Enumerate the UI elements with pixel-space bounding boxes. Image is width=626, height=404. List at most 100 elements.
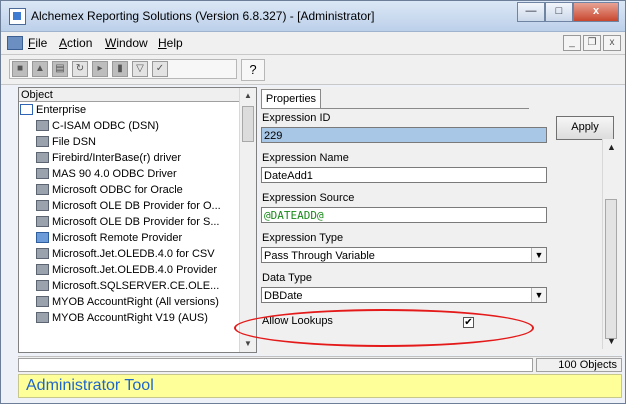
toolbar: ■ ▲ ▤ ↻ ▸ ▮ ▽ ✓ ? (1, 55, 625, 85)
tree-item[interactable]: Microsoft.Jet.OLEDB.4.0 for CSV (19, 246, 241, 262)
menu-bar: File Action Window Help _ ❐ x (1, 32, 625, 55)
delete-icon[interactable]: ▲ (32, 61, 48, 77)
new-icon[interactable]: ■ (12, 61, 28, 77)
properties-panel: Properties Expression ID 229 Expression … (259, 87, 623, 355)
mdi-close-button[interactable]: x (603, 35, 621, 51)
refresh-icon[interactable]: ↻ (72, 61, 88, 77)
driver-icon (36, 184, 49, 195)
tree-item-label: Microsoft.SQLSERVER.CE.OLE... (52, 280, 220, 292)
driver-icon (36, 280, 49, 291)
driver-icon (36, 264, 49, 275)
tree-item-label: Microsoft OLE DB Provider for S... (52, 216, 220, 228)
expression-name-field[interactable]: DateAdd1 (261, 167, 547, 183)
filter-icon[interactable]: ▽ (132, 61, 148, 77)
expression-source-field[interactable]: @DATEADD@ (261, 207, 547, 223)
tree-item[interactable]: Microsoft.SQLSERVER.CE.OLE... (19, 278, 241, 294)
admin-tool-banner: Administrator Tool (18, 374, 622, 398)
tree-item[interactable]: Firebird/InterBase(r) driver (19, 150, 241, 166)
allow-lookups-checkbox[interactable]: ✔ (463, 317, 474, 328)
driver-icon (36, 216, 49, 227)
menu-file[interactable]: File (28, 36, 47, 50)
minimize-button[interactable]: — (517, 2, 545, 22)
tree-item[interactable]: Microsoft.Jet.OLEDB.4.0 Provider (19, 262, 241, 278)
menu-action[interactable]: Action (59, 36, 92, 50)
scroll-up-icon[interactable]: ▲ (240, 88, 256, 104)
import-icon[interactable]: ▸ (92, 61, 108, 77)
tree-item[interactable]: Microsoft Remote Provider (19, 230, 241, 246)
enterprise-icon (20, 104, 33, 115)
export-icon[interactable]: ▮ (112, 61, 128, 77)
driver-icon (36, 296, 49, 307)
tree-item[interactable]: C-ISAM ODBC (DSN) (19, 118, 241, 134)
driver-icon (36, 120, 49, 131)
mdi-restore-button[interactable]: ❐ (583, 35, 601, 51)
mdi-minimize-button[interactable]: _ (563, 35, 581, 51)
tree-root-label: Enterprise (36, 104, 87, 116)
chevron-down-icon[interactable]: ▼ (531, 248, 546, 262)
expression-type-label: Expression Type (262, 232, 344, 244)
tree-item-label: File DSN (52, 136, 97, 148)
status-bar: 100 Objects (18, 356, 622, 374)
tree-item-label: Microsoft.Jet.OLEDB.4.0 Provider (52, 264, 218, 276)
app-window: Alchemex Reporting Solutions (Version 6.… (0, 0, 626, 404)
scroll-thumb[interactable] (242, 106, 254, 142)
tree-item[interactable]: MYOB AccountRight V19 (AUS) (19, 310, 241, 326)
title-bar: Alchemex Reporting Solutions (Version 6.… (1, 1, 625, 32)
tree-item-label: MAS 90 4.0 ODBC Driver (52, 168, 177, 180)
expression-id-label: Expression ID (262, 112, 331, 124)
tree-item-label: MYOB AccountRight (All versions) (52, 296, 219, 308)
tree-item-label: C-ISAM ODBC (DSN) (52, 120, 159, 132)
scroll-up-icon[interactable]: ▲ (603, 139, 620, 155)
driver-icon (36, 248, 49, 259)
menu-window[interactable]: Window (105, 36, 148, 50)
expression-type-value: Pass Through Variable (264, 250, 375, 262)
expression-source-label: Expression Source (262, 192, 355, 204)
help-icon[interactable]: ? (241, 59, 265, 81)
expression-id-field[interactable]: 229 (261, 127, 547, 143)
tree-item[interactable]: MAS 90 4.0 ODBC Driver (19, 166, 241, 182)
scroll-down-icon[interactable]: ▼ (603, 333, 620, 349)
expression-type-select[interactable]: Pass Through Variable ▼ (261, 247, 547, 263)
tab-properties[interactable]: Properties (261, 89, 321, 109)
document-icon[interactable] (7, 36, 23, 50)
driver-icon (36, 168, 49, 179)
tree-item-label: MYOB AccountRight V19 (AUS) (52, 312, 208, 324)
tree-root-enterprise[interactable]: Enterprise (19, 102, 241, 118)
tree-item[interactable]: Microsoft OLE DB Provider for O... (19, 198, 241, 214)
tree-item-label: Microsoft.Jet.OLEDB.4.0 for CSV (52, 248, 215, 260)
tree-item[interactable]: File DSN (19, 134, 241, 150)
tree-item-label: Microsoft OLE DB Provider for O... (52, 200, 221, 212)
scroll-down-icon[interactable]: ▼ (240, 336, 256, 352)
tree-item[interactable]: MYOB AccountRight (All versions) (19, 294, 241, 310)
window-title: Alchemex Reporting Solutions (Version 6.… (31, 9, 375, 23)
status-message (18, 358, 533, 372)
properties-scrollbar[interactable]: ▲ ▼ (602, 139, 620, 349)
tree-scrollbar[interactable]: ▲ ▼ (239, 88, 256, 352)
object-tree[interactable]: Object Enterprise C-ISAM ODBC (DSN) File… (18, 87, 257, 353)
maximize-button[interactable]: □ (545, 2, 573, 22)
data-type-select[interactable]: DBDate ▼ (261, 287, 547, 303)
tree-item[interactable]: Microsoft OLE DB Provider for S... (19, 214, 241, 230)
chevron-down-icon[interactable]: ▼ (531, 288, 546, 302)
scroll-thumb[interactable] (605, 199, 617, 339)
tree-item-label: Microsoft ODBC for Oracle (52, 184, 183, 196)
toolbar-button-group: ■ ▲ ▤ ↻ ▸ ▮ ▽ ✓ (9, 59, 237, 79)
properties-icon[interactable]: ▤ (52, 61, 68, 77)
tree-item-label: Microsoft Remote Provider (52, 232, 183, 244)
driver-icon (36, 200, 49, 211)
driver-icon (36, 136, 49, 147)
app-icon (9, 8, 26, 25)
data-type-value: DBDate (264, 290, 303, 302)
mdi-controls: _ ❐ x (563, 35, 621, 51)
allow-lookups-label: Allow Lookups (262, 315, 333, 327)
menu-help[interactable]: Help (158, 36, 183, 50)
admin-tool-label: Administrator Tool (26, 377, 154, 394)
tree-column-header[interactable]: Object (19, 88, 241, 102)
properties-tab-body (261, 108, 529, 350)
driver-icon (36, 152, 49, 163)
close-button[interactable]: x (573, 2, 619, 22)
check-icon[interactable]: ✓ (152, 61, 168, 77)
driver-icon (36, 312, 49, 323)
tree-item[interactable]: Microsoft ODBC for Oracle (19, 182, 241, 198)
apply-button[interactable]: Apply (556, 116, 614, 140)
